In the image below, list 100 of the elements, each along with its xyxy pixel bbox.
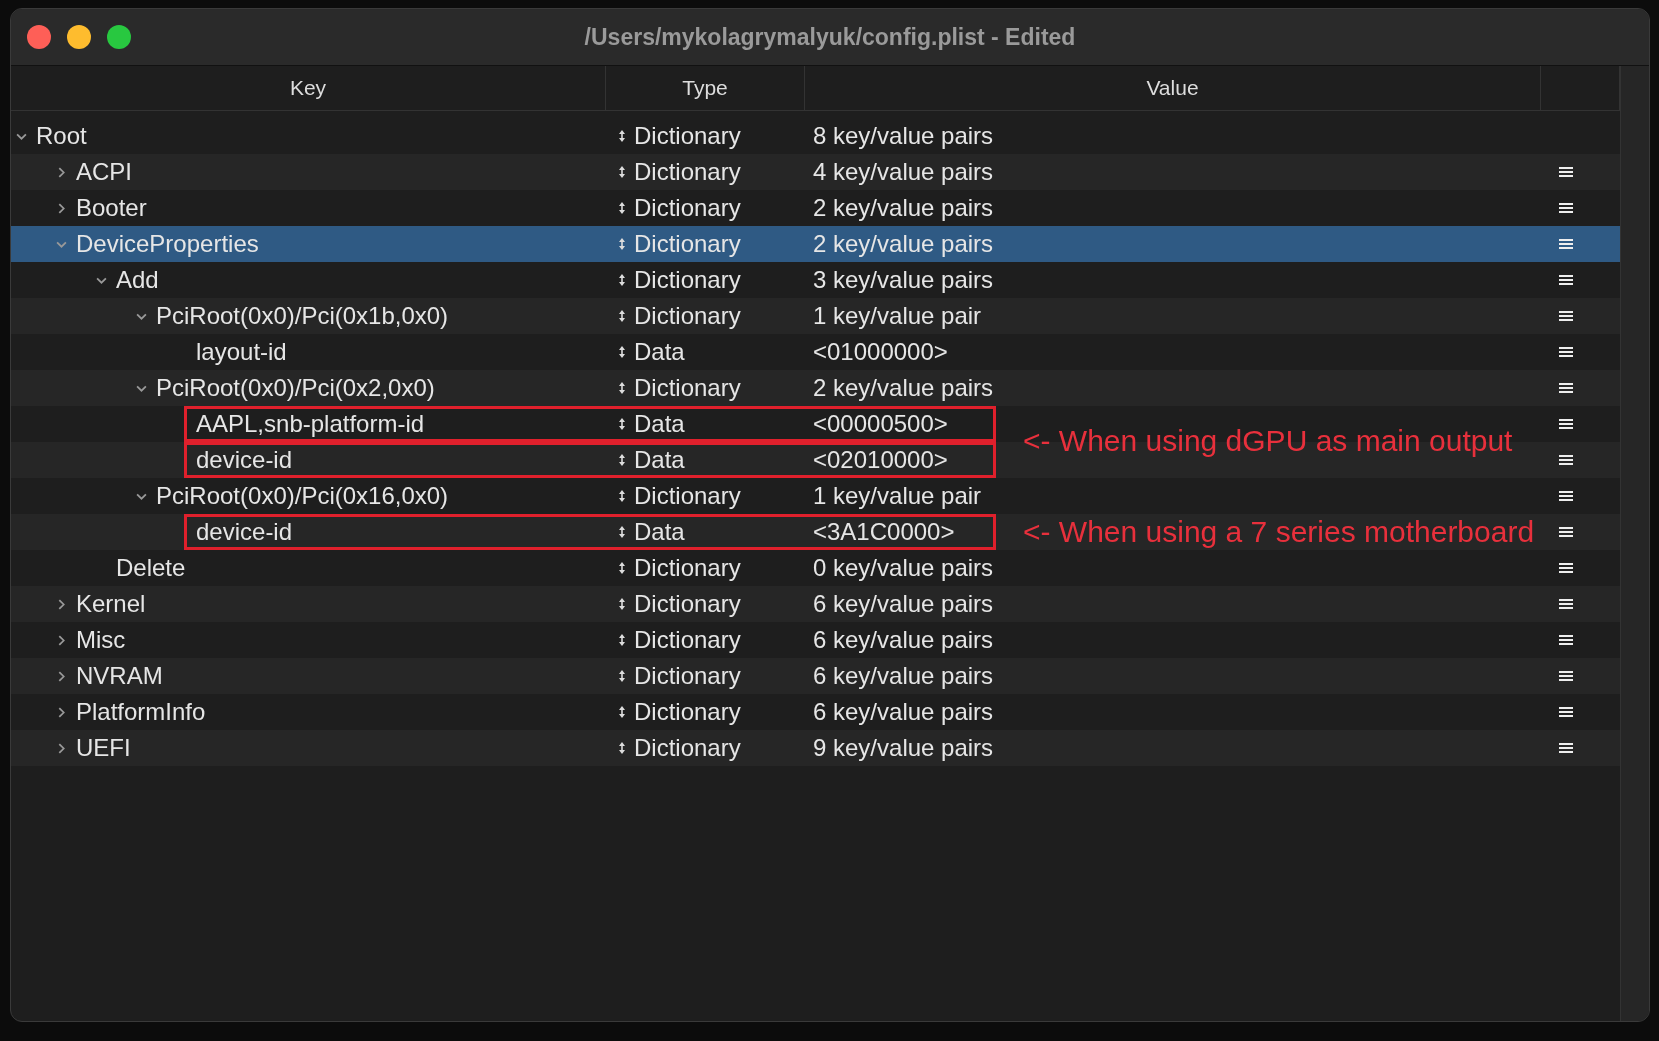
type-text: Dictionary	[634, 662, 741, 690]
up-down-icon[interactable]	[618, 201, 626, 215]
up-down-icon[interactable]	[618, 237, 626, 251]
value-text: <01000000>	[813, 338, 948, 366]
menu-icon[interactable]	[1558, 490, 1573, 502]
type-text: Dictionary	[634, 194, 741, 222]
chevron-right-icon[interactable]	[56, 202, 67, 214]
key-text: Delete	[116, 554, 186, 582]
menu-icon[interactable]	[1558, 346, 1573, 358]
type-text: Dictionary	[634, 482, 741, 510]
up-down-icon[interactable]	[618, 705, 626, 719]
menu-icon[interactable]	[1558, 382, 1573, 394]
column-header[interactable]: Value	[805, 66, 1541, 110]
up-down-icon[interactable]	[618, 489, 626, 503]
key-text: PciRoot(0x0)/Pci(0x1b,0x0)	[156, 302, 449, 330]
chevron-right-icon[interactable]	[56, 706, 67, 718]
key-text: ACPI	[76, 158, 132, 186]
menu-icon[interactable]	[1558, 562, 1573, 574]
outline-row[interactable]: PciRoot(0x0)/Pci(0x2,0x0) Dictionary 2 key/value pairs	[11, 370, 1620, 406]
value-text: 2 key/value pairs	[813, 194, 994, 222]
value-text: 2 key/value pairs	[813, 374, 994, 402]
type-text: Data	[634, 338, 685, 366]
zoom-button[interactable]	[107, 25, 131, 49]
value-text: <02010000>	[813, 446, 948, 474]
up-down-icon[interactable]	[618, 381, 626, 395]
type-text: Dictionary	[634, 158, 741, 186]
menu-icon[interactable]	[1558, 166, 1573, 178]
value-text: 4 key/value pairs	[813, 158, 994, 186]
key-text: device-id	[196, 518, 293, 546]
chevron-right-icon[interactable]	[56, 742, 67, 754]
chevron-right-icon[interactable]	[56, 634, 67, 646]
close-button[interactable]	[27, 25, 51, 49]
menu-icon[interactable]	[1558, 742, 1573, 754]
window-title: /Users/mykolagrymalyuk/config.plist - Edited	[584, 23, 1076, 51]
key-text: Add	[116, 266, 159, 294]
menu-icon[interactable]	[1558, 670, 1573, 682]
type-text: Dictionary	[634, 698, 741, 726]
value-text: 2 key/value pairs	[813, 230, 994, 258]
column-header[interactable]: Type	[606, 66, 805, 110]
chevron-right-icon[interactable]	[56, 598, 67, 610]
up-down-icon[interactable]	[618, 561, 626, 575]
key-text: Booter	[76, 194, 147, 222]
menu-icon[interactable]	[1558, 454, 1573, 466]
up-down-icon[interactable]	[618, 669, 626, 683]
up-down-icon[interactable]	[618, 741, 626, 755]
menu-icon[interactable]	[1558, 418, 1573, 430]
up-down-icon[interactable]	[618, 597, 626, 611]
value-text: 3 key/value pairs	[813, 266, 994, 294]
outline-row[interactable]: PciRoot(0x0)/Pci(0x1b,0x0) Dictionary 1 key/value pair	[11, 298, 1620, 334]
outline-row[interactable]: NVRAM Dictionary 6 key/value pairs	[11, 658, 1620, 694]
menu-icon[interactable]	[1558, 526, 1573, 538]
up-down-icon[interactable]	[618, 165, 626, 179]
up-down-icon[interactable]	[618, 309, 626, 323]
key-text: layout-id	[196, 338, 287, 366]
up-down-icon[interactable]	[618, 525, 626, 539]
up-down-icon[interactable]	[618, 453, 626, 467]
value-text: 6 key/value pairs	[813, 590, 994, 618]
chevron-right-icon[interactable]	[56, 166, 67, 178]
type-text: Dictionary	[634, 554, 741, 582]
value-text: <3A1C0000>	[813, 518, 955, 546]
value-text: 0 key/value pairs	[813, 554, 994, 582]
value-text: <00000500>	[813, 410, 948, 438]
menu-icon[interactable]	[1558, 634, 1573, 646]
key-text: PciRoot(0x0)/Pci(0x2,0x0)	[156, 374, 435, 402]
menu-icon[interactable]	[1558, 598, 1573, 610]
value-text: 1 key/value pair	[813, 482, 982, 510]
outline-row[interactable]: ACPI Dictionary 4 key/value pairs	[11, 154, 1620, 190]
value-text: 6 key/value pairs	[813, 698, 994, 726]
key-text: PlatformInfo	[76, 698, 206, 726]
up-down-icon[interactable]	[618, 129, 626, 143]
key-text: Root	[36, 122, 87, 150]
menu-icon[interactable]	[1558, 274, 1573, 286]
type-text: Dictionary	[634, 302, 741, 330]
column-header[interactable]: Key	[11, 66, 606, 110]
up-down-icon[interactable]	[618, 273, 626, 287]
key-text: device-id	[196, 446, 293, 474]
key-text: Misc	[76, 626, 126, 654]
up-down-icon[interactable]	[618, 417, 626, 431]
key-text: NVRAM	[76, 662, 163, 690]
type-text: Dictionary	[634, 590, 741, 618]
minimize-button[interactable]	[67, 25, 91, 49]
chevron-right-icon[interactable]	[56, 670, 67, 682]
key-text: Kernel	[76, 590, 146, 618]
outline-row[interactable]: DeviceProperties Dictionary 2 key/value pairs	[11, 226, 1620, 262]
up-down-icon[interactable]	[618, 345, 626, 359]
type-text: Data	[634, 410, 685, 438]
menu-icon[interactable]	[1558, 238, 1573, 250]
menu-icon[interactable]	[1558, 310, 1573, 322]
key-text: AAPL,snb-platform-id	[196, 410, 425, 438]
outline-row[interactable]: UEFI Dictionary 9 key/value pairs	[11, 730, 1620, 766]
value-text: 8 key/value pairs	[813, 122, 994, 150]
type-text: Dictionary	[634, 734, 741, 762]
type-text: Dictionary	[634, 626, 741, 654]
value-text: 9 key/value pairs	[813, 734, 994, 762]
menu-icon[interactable]	[1558, 202, 1573, 214]
annotation-text: <- When using a 7 series motherboard	[1023, 514, 1535, 550]
menu-icon[interactable]	[1558, 706, 1573, 718]
value-text: 6 key/value pairs	[813, 662, 994, 690]
outline-row[interactable]: Kernel Dictionary 6 key/value pairs	[11, 586, 1620, 622]
up-down-icon[interactable]	[618, 633, 626, 647]
